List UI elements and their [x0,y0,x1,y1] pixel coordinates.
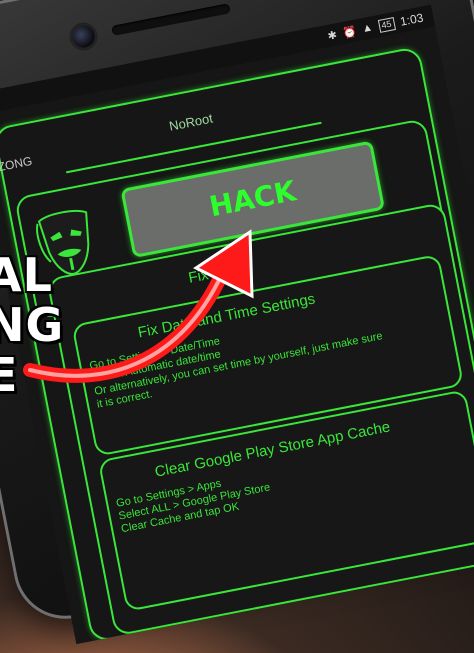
battery-icon: 45 [377,16,396,33]
bluetooth-icon: ✱ [326,28,339,43]
overlay-text-line: AL [0,248,53,302]
signal-icon: ▲ [360,21,374,36]
status-icons: ✱ ⏰ ▲ 45 1:03 [326,10,425,43]
overlay-text-line: NG [0,298,65,352]
status-time: 1:03 [398,10,425,29]
front-camera [70,23,97,50]
phone-screen: ✱ ⏰ ▲ 45 1:03 ZONG NoRoot HACK Fix Tipps… [0,4,474,645]
phone-device: ✱ ⏰ ▲ 45 1:03 ZONG NoRoot HACK Fix Tipps… [0,0,474,645]
earpiece-speaker [111,3,231,36]
alarm-icon: ⏰ [341,25,358,40]
overlay-text-line: E [0,348,19,402]
